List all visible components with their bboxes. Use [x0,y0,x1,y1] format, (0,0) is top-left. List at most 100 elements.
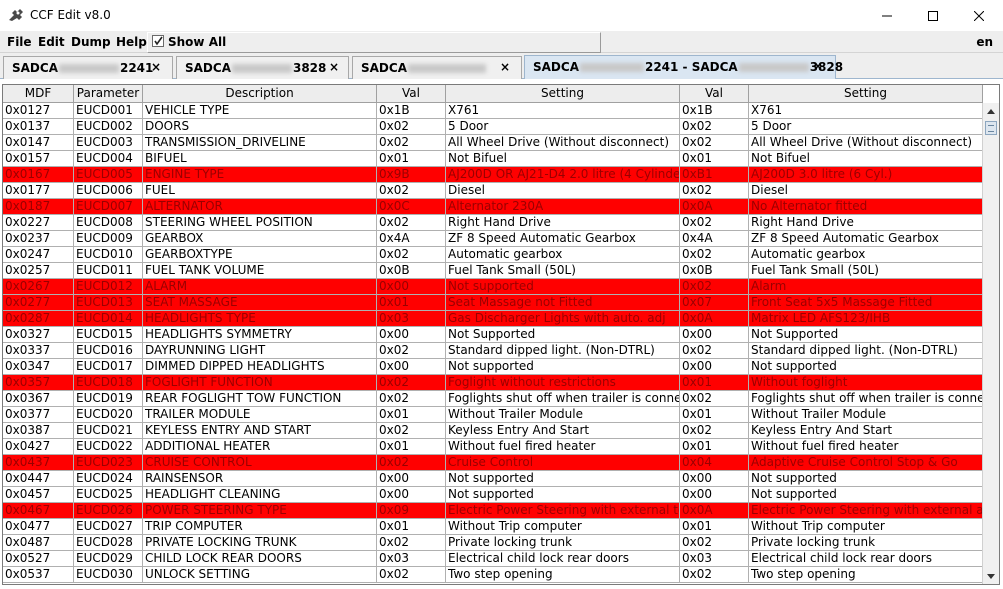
cell-parameter[interactable]: EUCD017 [74,359,143,375]
cell-description[interactable]: KEYLESS ENTRY AND START [143,423,377,439]
cell-mdf[interactable]: 0x0227 [3,215,74,231]
table-row[interactable]: 0x0247 EUCD010 GEARBOXTYPE 0x02 Automatic ge… [3,247,983,263]
cell-description[interactable]: GEARBOX [143,231,377,247]
cell-val-b[interactable]: 0x0A [680,503,749,519]
cell-setting-a[interactable]: Not supported [446,471,680,487]
cell-setting-b[interactable]: Two step opening [749,567,983,583]
cell-setting-b[interactable]: Without Trailer Module [749,407,983,423]
column-header-setting-a[interactable]: Setting [446,85,680,103]
cell-setting-b[interactable]: Electrical child lock rear doors [749,551,983,567]
cell-description[interactable]: CHILD LOCK REAR DOORS [143,551,377,567]
table-row[interactable]: 0x0447 EUCD024 RAINSENSOR 0x00 Not supported… [3,471,983,487]
language-indicator[interactable]: en [976,35,993,49]
cell-setting-a[interactable]: Automatic gearbox [446,247,680,263]
table-row[interactable]: 0x0427 EUCD022 ADDITIONAL HEATER 0x01 Withou… [3,439,983,455]
cell-setting-b[interactable]: Without fuel fired heater [749,439,983,455]
cell-mdf[interactable]: 0x0337 [3,343,74,359]
cell-setting-a[interactable]: AJ200D OR AJ21-D4 2.0 litre (4 Cylinder) [446,167,680,183]
cell-parameter[interactable]: EUCD026 [74,503,143,519]
cell-description[interactable]: HEADLIGHTS SYMMETRY [143,327,377,343]
cell-setting-b[interactable]: Not Supported [749,327,983,343]
table-row[interactable]: 0x0527 EUCD029 CHILD LOCK REAR DOORS 0x03 El… [3,551,983,567]
table-row[interactable]: 0x0157 EUCD004 BIFUEL 0x01 Not Bifuel 0x01 Not… [3,151,983,167]
column-header-parameter[interactable]: Parameter [74,85,143,103]
cell-mdf[interactable]: 0x0187 [3,199,74,215]
cell-setting-a[interactable]: All Wheel Drive (Without disconnect) [446,135,680,151]
table-row[interactable]: 0x0287 EUCD014 HEADLIGHTS TYPE 0x03 Gas Disc… [3,311,983,327]
table-row[interactable]: 0x0277 EUCD013 SEAT MASSAGE 0x01 Seat Massag… [3,295,983,311]
table-row[interactable]: 0x0237 EUCD009 GEARBOX 0x4A ZF 8 Speed Autom… [3,231,983,247]
menu-file[interactable]: File [7,35,32,49]
cell-mdf[interactable]: 0x0487 [3,535,74,551]
cell-setting-a[interactable]: Without Trailer Module [446,407,680,423]
cell-val-b[interactable]: 0x0A [680,311,749,327]
cell-description[interactable]: HEADLIGHTS TYPE [143,311,377,327]
cell-description[interactable]: REAR FOGLIGHT TOW FUNCTION [143,391,377,407]
table-row[interactable]: 0x0337 EUCD016 DAYRUNNING LIGHT 0x02 Standar… [3,343,983,359]
cell-val-a[interactable]: 0x00 [377,471,446,487]
cell-setting-a[interactable]: Not supported [446,279,680,295]
cell-setting-b[interactable]: 5 Door [749,119,983,135]
cell-parameter[interactable]: EUCD002 [74,119,143,135]
cell-description[interactable]: FOGLIGHT FUNCTION [143,375,377,391]
cell-val-b[interactable]: 0x02 [680,423,749,439]
cell-val-a[interactable]: 0x03 [377,551,446,567]
cell-setting-b[interactable]: Without Trip computer [749,519,983,535]
cell-mdf[interactable]: 0x0177 [3,183,74,199]
cell-mdf[interactable]: 0x0157 [3,151,74,167]
cell-mdf[interactable]: 0x0467 [3,503,74,519]
cell-parameter[interactable]: EUCD018 [74,375,143,391]
cell-setting-a[interactable]: Not Supported [446,327,680,343]
cell-val-b[interactable]: 0x01 [680,439,749,455]
scroll-up-arrow-icon[interactable] [983,103,999,119]
cell-mdf[interactable]: 0x0127 [3,103,74,119]
scroll-thumb[interactable] [985,121,997,135]
cell-mdf[interactable]: 0x0457 [3,487,74,503]
cell-mdf[interactable]: 0x0277 [3,295,74,311]
cell-description[interactable]: BIFUEL [143,151,377,167]
cell-val-b[interactable]: 0x02 [680,247,749,263]
cell-val-b[interactable]: 0x00 [680,487,749,503]
table-row[interactable]: 0x0387 EUCD021 KEYLESS ENTRY AND START 0x02… [3,423,983,439]
cell-setting-b[interactable]: All Wheel Drive (Without disconnect) [749,135,983,151]
cell-val-a[interactable]: 0x02 [377,535,446,551]
cell-val-a[interactable]: 0x01 [377,151,446,167]
cell-description[interactable]: VEHICLE TYPE [143,103,377,119]
cell-val-b[interactable]: 0x01 [680,407,749,423]
cell-description[interactable]: DAYRUNNING LIGHT [143,343,377,359]
cell-setting-a[interactable]: Not supported [446,359,680,375]
cell-mdf[interactable]: 0x0327 [3,327,74,343]
cell-val-a[interactable]: 0x1B [377,103,446,119]
cell-val-b[interactable]: 0x02 [680,391,749,407]
table-row[interactable]: 0x0167 EUCD005 ENGINE TYPE 0x9B AJ200D OR AJ… [3,167,983,183]
cell-setting-a[interactable]: Two step opening [446,567,680,583]
cell-mdf[interactable]: 0x0147 [3,135,74,151]
menu-dump[interactable]: Dump [71,35,111,49]
table-row[interactable]: 0x0257 EUCD011 FUEL TANK VOLUME 0x0B Fuel Ta… [3,263,983,279]
cell-parameter[interactable]: EUCD011 [74,263,143,279]
column-header-mdf[interactable]: MDF [3,85,74,103]
cell-parameter[interactable]: EUCD015 [74,327,143,343]
table-row[interactable]: 0x0467 EUCD026 POWER STEERING TYPE 0x09 Elec… [3,503,983,519]
cell-val-a[interactable]: 0x02 [377,183,446,199]
table-row[interactable]: 0x0487 EUCD028 PRIVATE LOCKING TRUNK 0x02 Pr… [3,535,983,551]
cell-description[interactable]: ENGINE TYPE [143,167,377,183]
cell-val-a[interactable]: 0x00 [377,327,446,343]
vertical-scrollbar[interactable] [982,103,999,584]
menu-edit[interactable]: Edit [38,35,65,49]
cell-setting-b[interactable]: Fuel Tank Small (50L) [749,263,983,279]
cell-setting-b[interactable]: Without foglight [749,375,983,391]
column-header-description[interactable]: Description [143,85,377,103]
cell-parameter[interactable]: EUCD014 [74,311,143,327]
table-row[interactable]: 0x0347 EUCD017 DIMMED DIPPED HEADLIGHTS 0x0… [3,359,983,375]
cell-val-b[interactable]: 0x04 [680,455,749,471]
tab-file-2[interactable]: SADCA 3828 × [176,56,349,79]
cell-setting-a[interactable]: Not Bifuel [446,151,680,167]
cell-setting-a[interactable]: Diesel [446,183,680,199]
cell-setting-b[interactable]: Electric Power Steering with external an… [749,503,983,519]
table-row[interactable]: 0x0537 EUCD030 UNLOCK SETTING 0x02 Two step … [3,567,983,583]
cell-setting-b[interactable]: Keyless Entry And Start [749,423,983,439]
table-row[interactable]: 0x0377 EUCD020 TRAILER MODULE 0x01 Without T… [3,407,983,423]
cell-parameter[interactable]: EUCD016 [74,343,143,359]
cell-val-a[interactable]: 0x09 [377,503,446,519]
